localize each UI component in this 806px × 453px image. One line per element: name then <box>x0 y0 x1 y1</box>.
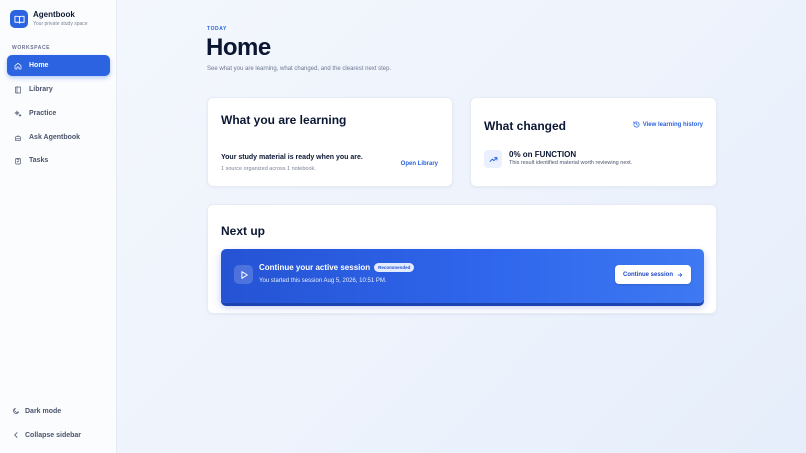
sidebar-item-label: Ask Agentbook <box>29 134 81 141</box>
play-icon <box>234 265 253 284</box>
arrow-right-icon <box>677 272 683 277</box>
sparkle-icon <box>14 110 22 117</box>
change-description: This result identified material worth re… <box>509 160 633 166</box>
page-title: Home <box>206 34 271 61</box>
next-up-card: Next up Continue your active session Rec… <box>207 204 717 314</box>
change-headline: 0% on FUNCTION <box>509 150 577 159</box>
sidebar-item-home[interactable]: Home <box>7 55 110 76</box>
book-icon <box>15 86 21 93</box>
brand-name: Agentbook <box>33 10 75 19</box>
changed-card-title: What changed <box>484 119 567 133</box>
active-session-banner[interactable]: Continue your active session Recommended… <box>221 249 704 303</box>
session-title-row: Continue your active session Recommended <box>259 263 415 272</box>
sidebar-section-label: WORKSPACE <box>12 45 51 51</box>
collapse-sidebar-label: Collapse sidebar <box>25 431 82 439</box>
session-meta: You started this session Aug 5, 2026, 10… <box>259 278 387 284</box>
sidebar-item-ask-agentbook[interactable]: Ask Agentbook <box>7 127 110 148</box>
brand-tagline: Your private study space <box>33 21 88 27</box>
brand[interactable]: Agentbook Your private study space <box>10 10 88 28</box>
view-learning-history-label: View learning history <box>642 121 703 128</box>
trending-up-icon <box>484 150 502 168</box>
learning-card-title: What you are learning <box>221 113 347 127</box>
page-subtitle: See what you are learning, what changed,… <box>207 66 392 72</box>
open-library-link[interactable]: Open Library <box>401 161 438 167</box>
learning-status: Your study material is ready when you ar… <box>221 154 363 161</box>
changed-card: What changed View learning history 0% on… <box>470 97 717 187</box>
continue-session-button[interactable]: Continue session <box>614 265 691 284</box>
home-icon <box>14 62 22 69</box>
learning-meta: 1 source organized across 1 notebook. <box>221 166 316 172</box>
sidebar-item-label: Practice <box>29 110 57 117</box>
sidebar-item-library[interactable]: Library <box>7 79 110 100</box>
dark-mode-toggle[interactable]: Dark mode <box>12 407 61 415</box>
history-icon <box>633 121 640 128</box>
collapse-sidebar-button[interactable]: Collapse sidebar <box>12 431 81 439</box>
sidebar-item-label: Tasks <box>29 157 49 164</box>
learning-card: What you are learning Your study materia… <box>207 97 453 187</box>
moon-icon <box>13 407 20 414</box>
dark-mode-label: Dark mode <box>25 407 62 415</box>
clipboard-icon <box>15 157 21 164</box>
bot-icon <box>15 134 21 141</box>
sidebar-item-label: Home <box>29 62 49 69</box>
sidebar: Agentbook Your private study space WORKS… <box>0 0 117 453</box>
sidebar-item-tasks[interactable]: Tasks <box>7 150 110 171</box>
book-open-icon <box>10 10 28 28</box>
sidebar-item-practice[interactable]: Practice <box>7 103 110 124</box>
recommended-badge: Recommended <box>374 263 415 272</box>
next-up-title: Next up <box>221 224 266 238</box>
view-learning-history-link[interactable]: View learning history <box>633 121 703 128</box>
continue-session-label: Continue session <box>622 271 673 278</box>
sidebar-item-label: Library <box>29 86 53 93</box>
page-eyebrow: TODAY <box>207 26 227 32</box>
main-content: TODAY Home See what you are learning, wh… <box>117 0 806 453</box>
chevron-left-icon <box>14 432 18 438</box>
session-title: Continue your active session <box>259 263 371 272</box>
